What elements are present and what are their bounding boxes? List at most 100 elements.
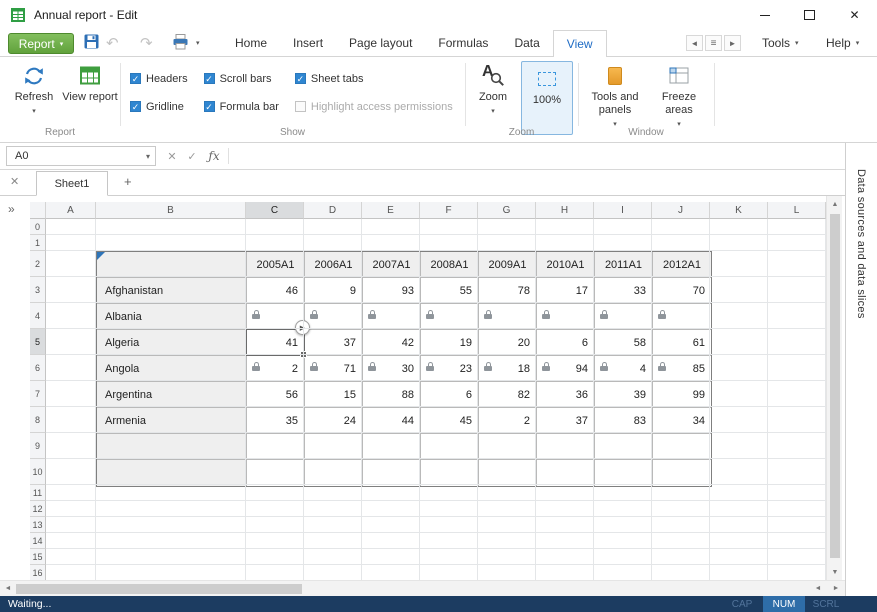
table-cell[interactable]: 37	[537, 408, 595, 434]
row-header-9[interactable]: 9	[30, 433, 46, 459]
freeze-areas-button[interactable]: Freeze areas ▾	[650, 63, 708, 131]
table-cell[interactable]	[595, 304, 653, 330]
report-menu-button[interactable]: Report ▾	[8, 33, 74, 54]
side-panel-tab[interactable]: Data sources and data slices	[855, 169, 867, 319]
column-header-l[interactable]: L	[768, 202, 826, 219]
horizontal-scroll-thumb[interactable]	[16, 584, 302, 594]
column-header-b[interactable]: B	[96, 202, 246, 219]
nav-menu-button[interactable]: ≡	[705, 35, 722, 51]
table-cell[interactable]: 35	[247, 408, 305, 434]
zoom-button[interactable]: A Zoom ▾	[470, 63, 516, 118]
table-cell[interactable]	[537, 460, 595, 486]
column-header-h[interactable]: H	[536, 202, 594, 219]
table-cell[interactable]: 85	[653, 356, 711, 382]
row-header-2[interactable]: 2	[30, 251, 46, 277]
tab-insert[interactable]: Insert	[280, 30, 336, 56]
table-cell[interactable]	[421, 434, 479, 460]
row-header-12[interactable]: 12	[30, 501, 46, 517]
close-button[interactable]: ✕	[832, 0, 877, 30]
row-header-16[interactable]: 16	[30, 565, 46, 580]
checkbox-sheet-tabs[interactable]: ✓Sheet tabs	[295, 71, 453, 86]
horizontal-scrollbar[interactable]: ◄ ◄ ►	[0, 580, 845, 596]
tab-page-layout[interactable]: Page layout	[336, 30, 425, 56]
table-cell[interactable]: 36	[537, 382, 595, 408]
table-cell[interactable]: 41	[247, 330, 305, 356]
table-cell[interactable]: 17	[537, 278, 595, 304]
table-cell[interactable]: 19	[421, 330, 479, 356]
row-header-3[interactable]: 3	[30, 277, 46, 303]
name-box[interactable]: A0 ▾	[6, 146, 156, 166]
vertical-scroll-thumb[interactable]	[830, 214, 840, 558]
table-cell[interactable]: 24	[305, 408, 363, 434]
row-header-10[interactable]: 10	[30, 459, 46, 485]
undo-button[interactable]: ↶	[106, 34, 119, 52]
table-cell[interactable]: 83	[595, 408, 653, 434]
scroll-up-button[interactable]: ▲	[827, 196, 843, 212]
table-cell[interactable]: 20	[479, 330, 537, 356]
table-cell[interactable]: 15	[305, 382, 363, 408]
column-header-f[interactable]: F	[420, 202, 478, 219]
print-button[interactable]	[172, 34, 189, 50]
table-cell[interactable]	[653, 434, 711, 460]
table-cell[interactable]: 46	[247, 278, 305, 304]
checkbox-headers[interactable]: ✓Headers	[130, 71, 188, 86]
column-header-a[interactable]: A	[46, 202, 96, 219]
row-header-4[interactable]: 4	[30, 303, 46, 329]
nav-right-button[interactable]: ►	[724, 35, 741, 51]
table-cell[interactable]: 55	[421, 278, 479, 304]
table-column-header[interactable]: 2012A1	[653, 252, 711, 278]
table-cell[interactable]	[305, 304, 363, 330]
table-cell[interactable]	[363, 434, 421, 460]
table-cell[interactable]: 44	[363, 408, 421, 434]
table-cell[interactable]: 39	[595, 382, 653, 408]
column-header-c[interactable]: C	[246, 202, 304, 219]
table-cell[interactable]	[653, 304, 711, 330]
row-header-0[interactable]: 0	[30, 219, 46, 235]
table-cell-country[interactable]: Afghanistan	[97, 278, 247, 304]
table-cell[interactable]	[305, 460, 363, 486]
table-cell[interactable]: 58	[595, 330, 653, 356]
tab-view[interactable]: View	[553, 30, 607, 57]
table-column-header[interactable]: 2010A1	[537, 252, 595, 278]
table-cell[interactable]: 33	[595, 278, 653, 304]
add-sheet-button[interactable]: +	[124, 174, 132, 189]
table-cell[interactable]	[247, 434, 305, 460]
expand-panel-button[interactable]: »	[8, 202, 15, 216]
checkbox-highlight-access-permissions[interactable]: Highlight access permissions	[295, 99, 453, 114]
checkbox-scroll-bars[interactable]: ✓Scroll bars	[204, 71, 279, 86]
table-column-header[interactable]: 2008A1	[421, 252, 479, 278]
table-cell[interactable]: 82	[479, 382, 537, 408]
table-cell[interactable]	[305, 434, 363, 460]
table-cell-country[interactable]: Armenia	[97, 408, 247, 434]
row-header-14[interactable]: 14	[30, 533, 46, 549]
row-header-11[interactable]: 11	[30, 485, 46, 501]
column-header-d[interactable]: D	[304, 202, 362, 219]
scroll-left-end-button[interactable]: ◄	[810, 581, 826, 596]
table-cell[interactable]	[479, 304, 537, 330]
tab-data[interactable]: Data	[501, 30, 552, 56]
table-cell[interactable]: 2	[247, 356, 305, 382]
table-cell[interactable]: 56	[247, 382, 305, 408]
row-header-6[interactable]: 6	[30, 355, 46, 381]
table-cell[interactable]: 6	[537, 330, 595, 356]
confirm-entry-button[interactable]: ✓	[184, 146, 200, 166]
column-header-i[interactable]: I	[594, 202, 652, 219]
sheet-content[interactable]: 2005A12006A12007A12008A12009A12010A12011…	[46, 219, 826, 580]
table-corner-cell[interactable]	[97, 252, 247, 278]
table-cell[interactable]: 61	[653, 330, 711, 356]
table-cell[interactable]	[595, 460, 653, 486]
redo-button[interactable]: ↷	[140, 34, 153, 52]
nav-left-button[interactable]: ◄	[686, 35, 703, 51]
table-cell[interactable]	[479, 434, 537, 460]
checkbox-gridline[interactable]: ✓Gridline	[130, 99, 188, 114]
refresh-button[interactable]: Refresh ▾	[8, 63, 60, 118]
table-cell[interactable]: 4	[595, 356, 653, 382]
tab-home[interactable]: Home	[222, 30, 280, 56]
table-cell[interactable]: 94	[537, 356, 595, 382]
table-cell-country[interactable]: Algeria	[97, 330, 247, 356]
tools-and-panels-button[interactable]: Tools and panels ▾	[584, 63, 646, 131]
table-cell-country[interactable]: Argentina	[97, 382, 247, 408]
table-cell[interactable]: 37	[305, 330, 363, 356]
table-cell[interactable]: 34	[653, 408, 711, 434]
table-cell-country[interactable]: Angola	[97, 356, 247, 382]
